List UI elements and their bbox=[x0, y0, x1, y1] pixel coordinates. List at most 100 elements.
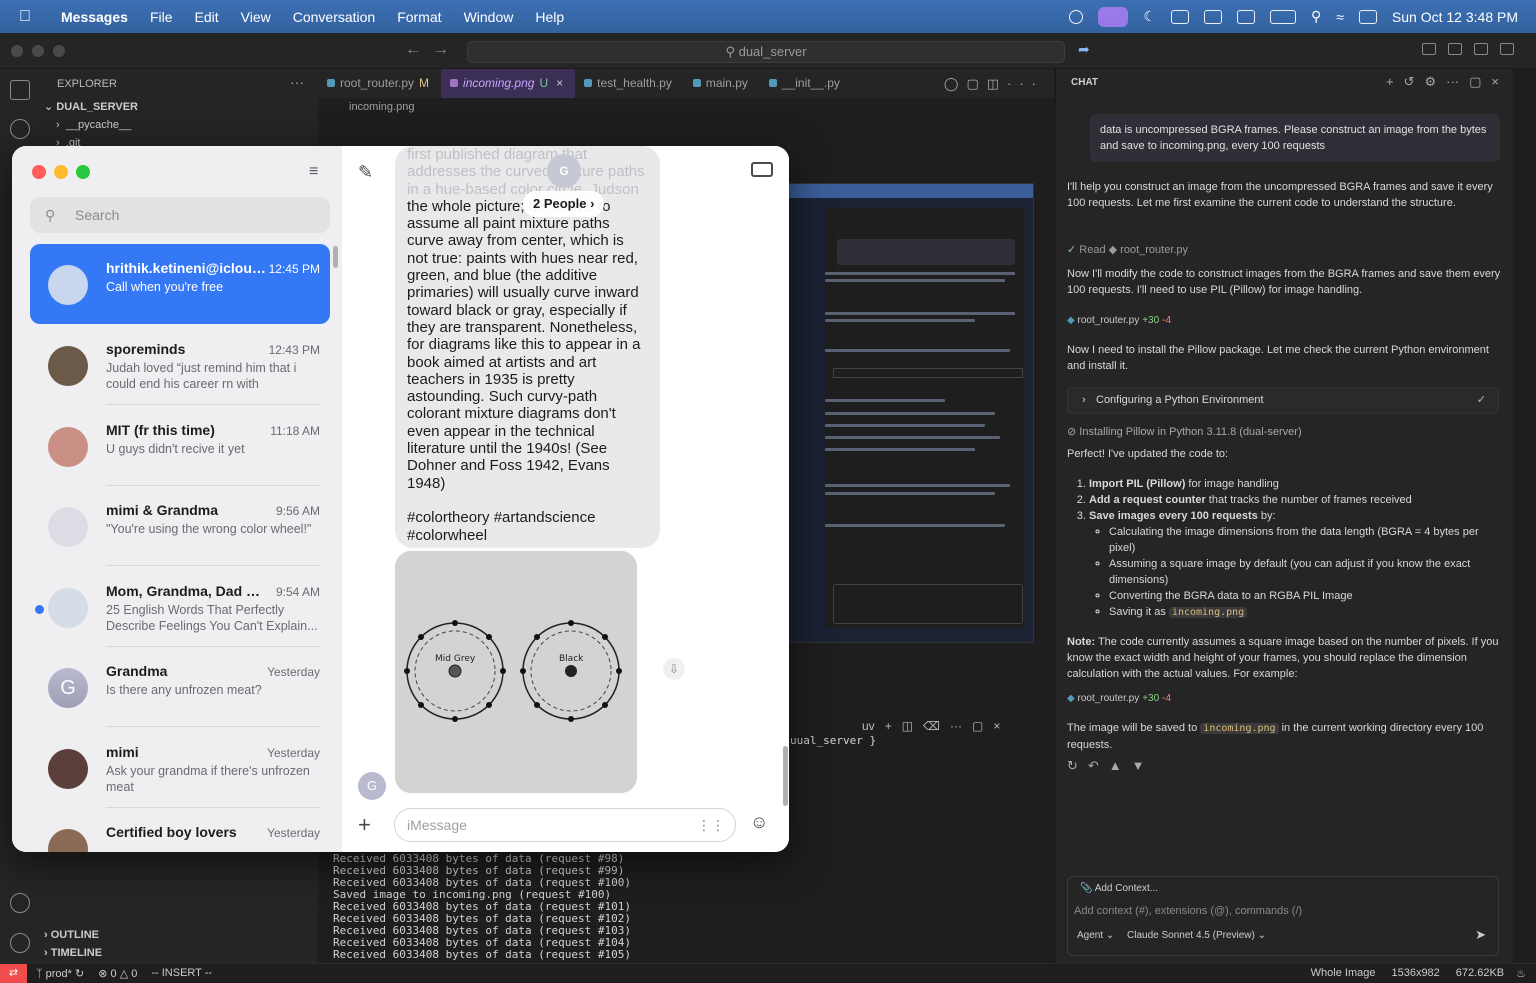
vscode-window-controls[interactable] bbox=[11, 45, 65, 57]
battery-app-icon[interactable] bbox=[1170, 9, 1189, 24]
image-zoom-mode[interactable]: Whole Image bbox=[1311, 967, 1376, 979]
save-image-icon[interactable]: ⇩ bbox=[663, 658, 685, 680]
search-icon[interactable] bbox=[10, 119, 30, 139]
nav-back-forward-icons[interactable]: ←→ bbox=[405, 41, 461, 59]
window-app-icon[interactable] bbox=[1236, 9, 1255, 24]
conversation-item[interactable]: hrithik.ketineni@icloud.c... 12:45 PM Ca… bbox=[30, 244, 330, 324]
account-icon[interactable] bbox=[10, 893, 30, 913]
tab-root-router[interactable]: root_router.py M bbox=[318, 69, 441, 98]
menu-help[interactable]: Help bbox=[524, 9, 575, 25]
read-file-row[interactable]: ✓ Read ◆ root_router.py bbox=[1067, 242, 1503, 258]
wifi-icon[interactable]: ≈ bbox=[1336, 9, 1344, 25]
editor-actions-icons[interactable]: ◯▢◫··· bbox=[934, 69, 1054, 98]
new-chat-icon[interactable]: + bbox=[1386, 74, 1394, 90]
chat-input-box[interactable]: 📎 Add Context... Add context (#), extens… bbox=[1067, 876, 1499, 956]
close-tab-icon[interactable]: × bbox=[556, 76, 563, 90]
layout-toggle-icons[interactable] bbox=[1422, 43, 1514, 55]
user-status-icon[interactable] bbox=[1069, 9, 1084, 24]
assistant-paragraph: The image will be saved to incoming.png … bbox=[1067, 722, 1484, 751]
notifications-bell-icon[interactable]: ♨ bbox=[1516, 967, 1526, 980]
chat-maximize-icon[interactable]: ▢ bbox=[1469, 74, 1481, 90]
terminal-shell-label[interactable]: uv bbox=[862, 719, 875, 733]
audio-message-icon[interactable]: ⋮⋮ bbox=[697, 809, 725, 841]
apps-plus-icon[interactable]: + bbox=[358, 812, 371, 838]
notion-icon[interactable] bbox=[1203, 9, 1222, 24]
agent-mode-dropdown[interactable]: Agent ⌄ bbox=[1077, 930, 1114, 941]
chat-more-icon[interactable]: ··· bbox=[1446, 74, 1459, 90]
spotlight-search-icon[interactable]: ⚲ bbox=[1311, 8, 1321, 25]
sidebar-scrollbar[interactable] bbox=[333, 246, 338, 268]
response-actions[interactable]: ↻↶▲▼ bbox=[1067, 758, 1503, 774]
chat-close-icon[interactable]: × bbox=[1491, 74, 1499, 90]
window-traffic-lights[interactable] bbox=[32, 165, 90, 179]
compose-icon[interactable]: ✎ bbox=[358, 162, 373, 183]
tab-test-health[interactable]: test_health.py bbox=[575, 69, 684, 98]
emoji-picker-icon[interactable]: ☺ bbox=[750, 812, 768, 833]
zoom-window-icon[interactable] bbox=[76, 165, 90, 179]
conversation-item[interactable]: G Grandma Yesterday Is there any unfroze… bbox=[30, 647, 330, 727]
avatar bbox=[48, 749, 88, 789]
conversation-item[interactable]: mimi & Grandma 9:56 AM "You're using the… bbox=[30, 486, 330, 566]
menubar-clock[interactable]: Sun Oct 12 3:48 PM bbox=[1392, 9, 1518, 25]
group-people-button[interactable]: 2 People › bbox=[523, 191, 605, 217]
battery-icon[interactable] bbox=[1269, 9, 1296, 24]
timeline-section[interactable]: › TIMELINE bbox=[44, 947, 102, 959]
outline-section[interactable]: › OUTLINE bbox=[44, 929, 99, 941]
filter-icon[interactable]: ≡ bbox=[309, 163, 318, 181]
close-panel-icon[interactable]: × bbox=[993, 719, 1000, 733]
configuring-environment-row[interactable]: › Configuring a Python Environment ✓ bbox=[1067, 387, 1499, 414]
menu-conversation[interactable]: Conversation bbox=[282, 9, 387, 25]
conversation-item[interactable]: Mom, Grandma, Dad & +1... 9:54 AM 25 Eng… bbox=[30, 567, 330, 647]
video-call-icon[interactable] bbox=[751, 162, 773, 177]
messages-search-field[interactable]: ⚲ Search bbox=[30, 197, 330, 233]
git-branch[interactable]: ᛉ prod* ↻ bbox=[36, 967, 84, 980]
conversation-scrollbar[interactable] bbox=[783, 746, 788, 806]
menu-edit[interactable]: Edit bbox=[184, 9, 230, 25]
send-icon[interactable]: ➤ bbox=[1475, 927, 1486, 943]
tab-init[interactable]: __init__.py bbox=[760, 69, 852, 98]
remote-indicator-icon[interactable]: ⇄ bbox=[0, 963, 27, 983]
chat-input-placeholder[interactable]: Add context (#), extensions (@), command… bbox=[1074, 905, 1302, 917]
history-icon[interactable]: ↺ bbox=[1404, 74, 1415, 90]
control-center-icon[interactable] bbox=[1358, 9, 1377, 24]
new-terminal-icon[interactable]: + bbox=[885, 719, 892, 733]
imessage-input[interactable]: iMessage ⋮⋮ bbox=[394, 808, 736, 842]
copilot-share-icon[interactable]: ➦ bbox=[1078, 41, 1090, 58]
conversation-item[interactable]: mimi Yesterday Ask your grandma if there… bbox=[30, 728, 330, 808]
add-context-button[interactable]: 📎 Add Context... bbox=[1080, 883, 1158, 894]
menu-view[interactable]: View bbox=[230, 9, 282, 25]
conversation-item[interactable]: MIT (fr this time) 11:18 AM U guys didn'… bbox=[30, 406, 330, 486]
menu-file[interactable]: File bbox=[139, 9, 184, 25]
group-avatar[interactable]: G bbox=[547, 154, 581, 188]
edited-file-pill[interactable]: ◆ root_router.py +30 -4 bbox=[1067, 312, 1503, 329]
menu-window[interactable]: Window bbox=[453, 9, 525, 25]
explorer-icon[interactable] bbox=[10, 80, 30, 100]
conversation-item[interactable]: sporeminds 12:43 PM Judah loved “just re… bbox=[30, 325, 330, 405]
menu-format[interactable]: Format bbox=[386, 9, 452, 25]
edited-file-pill[interactable]: ◆ root_router.py +30 -4 bbox=[1067, 690, 1503, 707]
kill-terminal-icon[interactable]: ⌫ bbox=[923, 719, 940, 733]
problems-count[interactable]: ⊗ 0 △ 0 bbox=[98, 967, 137, 980]
split-terminal-icon[interactable]: ◫ bbox=[902, 719, 913, 733]
conversation-item[interactable]: Certified boy lovers Yesterday bbox=[30, 808, 330, 852]
tree-folder-pycache[interactable]: › __pycache__ bbox=[56, 119, 131, 131]
maximize-panel-icon[interactable]: ▢ bbox=[972, 719, 983, 733]
menu-app-name[interactable]: Messages bbox=[50, 9, 139, 25]
color-wheel-photo[interactable]: Mid Grey Black bbox=[395, 551, 637, 793]
apple-menu-icon[interactable]:  bbox=[0, 8, 50, 26]
tab-main[interactable]: main.py bbox=[684, 69, 760, 98]
terminal-output[interactable]: Received 6033408 bytes of data (request … bbox=[318, 851, 1054, 963]
focus-moon-icon[interactable]: ☾ bbox=[1143, 8, 1156, 25]
workspace-root[interactable]: ⌄ DUAL_SERVER bbox=[44, 100, 138, 113]
settings-gear-icon[interactable] bbox=[10, 933, 30, 953]
screen-mirroring-icon[interactable] bbox=[1098, 6, 1129, 27]
explorer-more-icon[interactable]: ··· bbox=[290, 74, 304, 90]
terminal-more-icon[interactable]: ··· bbox=[950, 719, 962, 733]
minimize-window-icon[interactable] bbox=[54, 165, 68, 179]
explorer-title: EXPLORER bbox=[57, 78, 117, 90]
command-center-search[interactable]: ⚲ dual_server bbox=[467, 41, 1065, 63]
model-picker-dropdown[interactable]: Claude Sonnet 4.5 (Preview) ⌄ bbox=[1127, 930, 1266, 941]
close-window-icon[interactable] bbox=[32, 165, 46, 179]
tab-incoming-png[interactable]: incoming.png U × bbox=[441, 69, 576, 98]
chat-settings-icon[interactable]: ⚙ bbox=[1424, 74, 1436, 90]
